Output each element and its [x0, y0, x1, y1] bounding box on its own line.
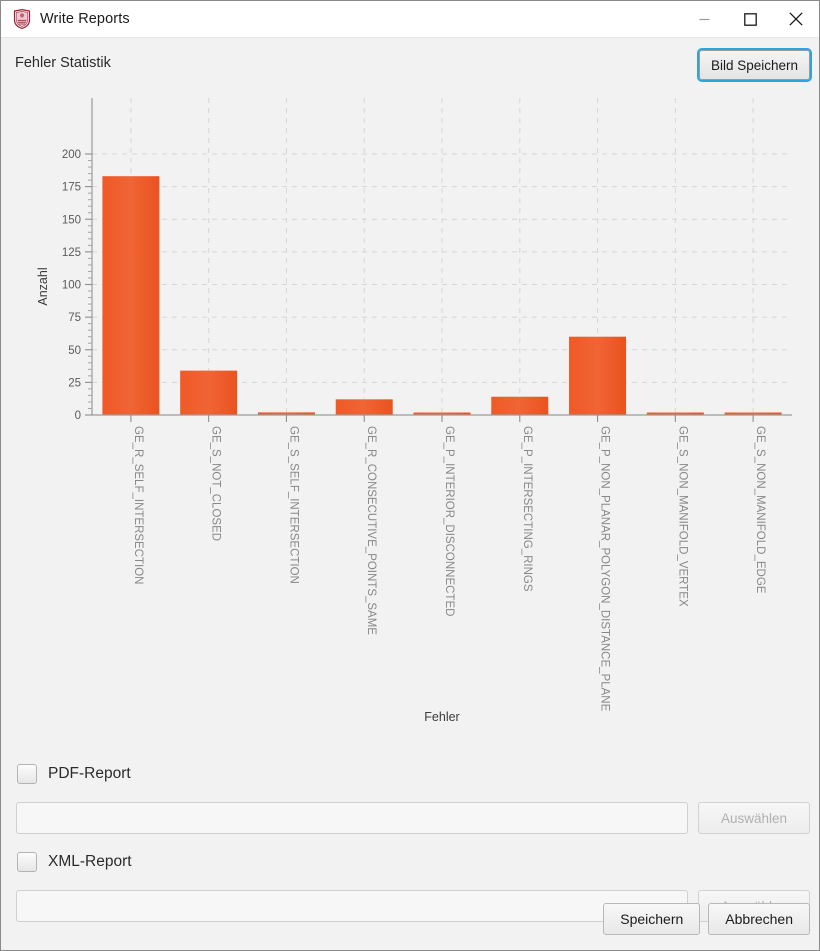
minimize-icon: [699, 18, 709, 20]
dialog-button-bar: Speichern Abbrechen: [603, 903, 810, 935]
chart-header: Fehler Statistik Bild Speichern: [1, 38, 819, 90]
maximize-icon: [743, 12, 757, 26]
minimize-button[interactable]: [681, 1, 727, 38]
close-icon: [789, 12, 803, 26]
window-title: Write Reports: [40, 11, 130, 27]
write-reports-window: Write Reports Fehler Statistik Bild Spei…: [0, 0, 820, 951]
save-image-button[interactable]: Bild Speichern: [698, 50, 810, 80]
y-axis-title: Anzahl: [36, 267, 50, 305]
y-tick-label: 200: [62, 149, 81, 161]
x-tick-label: GE_R_CONSECUTIVE_POINTS_SAME: [365, 426, 377, 635]
xml-path-input[interactable]: [16, 890, 688, 922]
x-axis-title: Fehler: [424, 710, 459, 724]
pdf-report-checkbox-row[interactable]: PDF-Report: [17, 764, 131, 784]
xml-report-label: XML-Report: [48, 853, 132, 870]
x-tick-label: GE_S_NON_MANIFOLD_VERTEX: [676, 426, 688, 607]
x-tick-label: GE_P_INTERIOR_DISCONNECTED: [443, 426, 455, 616]
pdf-report-checkbox[interactable]: [17, 764, 37, 784]
pdf-browse-button[interactable]: Auswählen: [698, 802, 810, 834]
y-tick-label: 0: [75, 410, 81, 422]
error-statistics-chart: 0 25 50 75 100 125 150 175 200 GE_R_SELF_INTERSEC…: [1, 90, 820, 740]
bar-3: [335, 399, 393, 415]
y-tick-label: 150: [62, 214, 81, 226]
y-tick-label: 125: [62, 247, 81, 259]
bar-0: [102, 176, 160, 415]
bar-6: [569, 336, 627, 415]
window-titlebar: Write Reports: [1, 0, 819, 38]
x-tick-label: GE_S_SELF_INTERSECTION: [287, 426, 299, 584]
bar-1: [180, 370, 238, 415]
section-title: Fehler Statistik: [15, 55, 111, 71]
maximize-button[interactable]: [727, 1, 773, 38]
y-tick-label: 50: [68, 345, 81, 357]
pdf-path-input[interactable]: [16, 802, 688, 834]
dialog-content: Fehler Statistik Bild Speichern 0 25 50 75 1…: [1, 38, 819, 950]
x-tick-label: GE_S_NON_MANIFOLD_EDGE: [754, 426, 766, 594]
close-button[interactable]: [773, 1, 819, 38]
xml-report-checkbox[interactable]: [17, 852, 37, 872]
y-tick-label: 100: [62, 280, 81, 292]
x-tick-label: GE_S_NOT_CLOSED: [210, 426, 222, 541]
shield-icon: [13, 8, 31, 30]
bar-5: [491, 396, 549, 415]
y-tick-label: 175: [62, 182, 81, 194]
x-tick-label: GE_P_NON_PLANAR_POLYGON_DISTANCE_PLANE: [599, 426, 611, 712]
y-tick-label: 25: [68, 377, 81, 389]
report-options-form: PDF-Report Auswählen XML-Report Auswähle…: [1, 740, 819, 950]
pdf-report-label: PDF-Report: [48, 765, 131, 782]
x-tick-label: GE_P_INTERSECTING_RINGS: [521, 426, 533, 592]
cancel-button[interactable]: Abbrechen: [708, 903, 810, 935]
x-tick-label: GE_R_SELF_INTERSECTION: [132, 426, 144, 584]
save-button[interactable]: Speichern: [603, 903, 701, 935]
xml-report-checkbox-row[interactable]: XML-Report: [17, 852, 132, 872]
y-tick-label: 75: [68, 312, 81, 324]
pdf-path-row: Auswählen: [16, 802, 810, 834]
